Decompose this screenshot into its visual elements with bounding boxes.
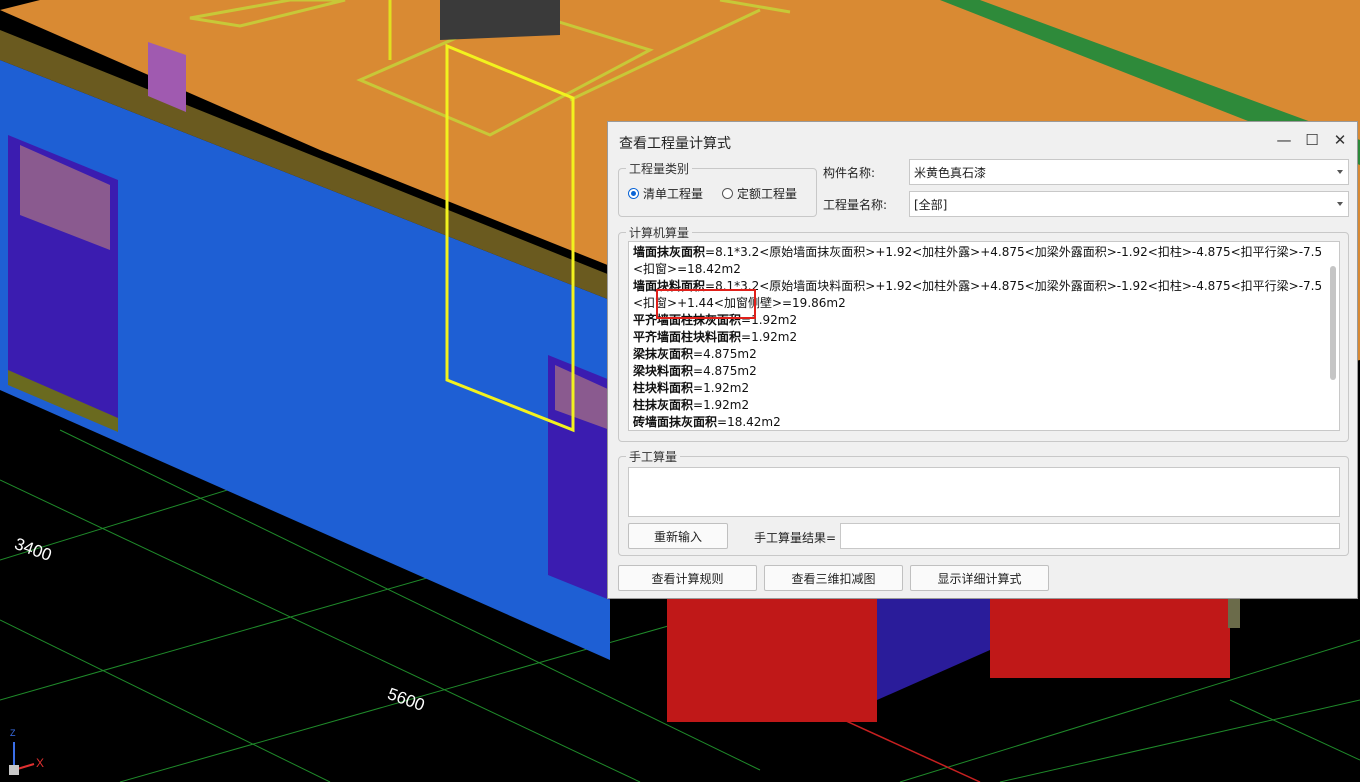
component-name-value: 米黄色真石漆	[914, 165, 987, 180]
quantity-type-group: 工程量类别 清单工程量 定额工程量	[618, 160, 817, 217]
formula-line: 墙面抹灰面积=8.1*3.2<原始墙面抹灰面积>+1.92<加柱外露>+4.87…	[633, 244, 1325, 278]
formula-line: 柱块料面积=1.92m2	[633, 380, 1325, 397]
chevron-down-icon	[1337, 202, 1343, 206]
formula-line-expr: =4.875m2	[693, 347, 757, 361]
radio-bill-quantity-label: 清单工程量	[643, 187, 704, 201]
formula-line-expr: =1.92m2	[741, 330, 798, 344]
quantity-name-select[interactable]: [全部]	[909, 191, 1349, 217]
computer-calc-group: 计算机算量 墙面抹灰面积=8.1*3.2<原始墙面抹灰面积>+1.92<加柱外露…	[618, 224, 1349, 442]
formula-line: 梁抹灰面积=4.875m2	[633, 346, 1325, 363]
scrollbar-thumb[interactable]	[1330, 266, 1336, 380]
formula-line: 梁块料面积=4.875m2	[633, 363, 1325, 380]
quantity-name-label: 工程量名称:	[823, 198, 888, 212]
formula-line-name: 梁抹灰面积	[633, 347, 694, 361]
formula-line-expr: =1.92m2	[693, 398, 750, 412]
quantity-formula-dialog: 查看工程量计算式 — ☐ ✕ 工程量类别 清单工程量 定额工程量 构件名称: 米…	[607, 121, 1358, 599]
formula-line-expr: =4.875m2	[693, 364, 757, 378]
formula-line-expr: =18.42m2	[717, 415, 781, 429]
formula-line: 砖墙面抹灰面积=18.42m2	[633, 414, 1325, 430]
component-name-label: 构件名称:	[823, 166, 876, 180]
radio-bill-quantity[interactable]: 清单工程量	[628, 185, 703, 202]
view-3d-deduction-button[interactable]: 查看三维扣减图	[764, 565, 903, 591]
chevron-down-icon	[1337, 170, 1343, 174]
manual-calc-input[interactable]	[628, 467, 1340, 517]
formula-line-expr: =8.1*3.2<原始墙面抹灰面积>+1.92<加柱外露>+4.875<加梁外露…	[633, 245, 1323, 276]
dialog-title: 查看工程量计算式	[619, 136, 731, 152]
formula-line: 柱抹灰面积=1.92m2	[633, 397, 1325, 414]
manual-result-field[interactable]	[840, 523, 1340, 549]
radio-quota-quantity[interactable]: 定额工程量	[722, 185, 797, 202]
view-calc-rules-button[interactable]: 查看计算规则	[618, 565, 757, 591]
formula-line-name: 平齐墙面柱块料面积	[633, 330, 742, 344]
formula-line-name: 墙面抹灰面积	[633, 245, 706, 259]
axis-x-label: X	[36, 756, 45, 770]
manual-result-label: 手工算量结果=	[754, 531, 837, 545]
formula-line-expr: =1.92m2	[693, 381, 750, 395]
formula-line-name: 砖墙面抹灰面积	[633, 415, 718, 429]
formula-line-name: 柱块料面积	[633, 381, 694, 395]
formula-line: 平齐墙面柱块料面积=1.92m2	[633, 329, 1325, 346]
manual-calc-group: 手工算量 重新输入 手工算量结果=	[618, 448, 1349, 556]
manual-calc-legend: 手工算量	[626, 448, 681, 465]
formula-textarea[interactable]: 墙面抹灰面积=8.1*3.2<原始墙面抹灰面积>+1.92<加柱外露>+4.87…	[628, 241, 1340, 431]
axis-z-label: Z	[10, 728, 16, 738]
radio-checked-icon	[628, 188, 639, 199]
reinput-button[interactable]: 重新输入	[628, 523, 728, 549]
formula-list: 墙面抹灰面积=8.1*3.2<原始墙面抹灰面积>+1.92<加柱外露>+4.87…	[629, 242, 1339, 430]
radio-quota-quantity-label: 定额工程量	[737, 187, 798, 201]
formula-line-name: 梁块料面积	[633, 364, 694, 378]
maximize-icon[interactable]: ☐	[1300, 130, 1324, 150]
minimize-icon[interactable]: —	[1272, 130, 1296, 150]
formula-line-name: 柱抹灰面积	[633, 398, 694, 412]
close-icon[interactable]: ✕	[1328, 130, 1352, 150]
quantity-name-value: [全部]	[914, 197, 948, 212]
quantity-type-legend: 工程量类别	[626, 160, 693, 177]
computer-calc-legend: 计算机算量	[626, 224, 693, 241]
component-name-select[interactable]: 米黄色真石漆	[909, 159, 1349, 185]
show-detailed-formula-button[interactable]: 显示详细计算式	[910, 565, 1049, 591]
radio-unchecked-icon	[722, 188, 733, 199]
highlight-box	[656, 289, 756, 319]
